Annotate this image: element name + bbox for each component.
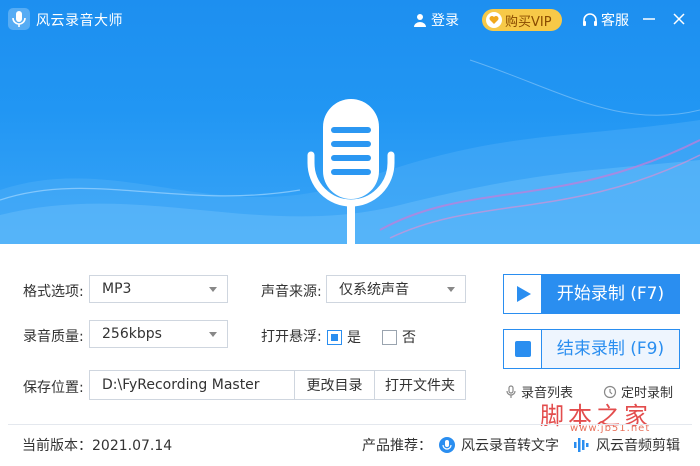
quality-value: 256kbps bbox=[102, 326, 162, 342]
open-folder-button[interactable]: 打开文件夹 bbox=[375, 371, 465, 399]
footer-divider bbox=[8, 424, 692, 425]
app-title: 风云录音大师 bbox=[36, 13, 123, 29]
source-label: 声音来源: bbox=[261, 284, 322, 300]
play-icon bbox=[504, 275, 542, 313]
start-record-label: 开始录制 (F7) bbox=[542, 275, 679, 313]
start-record-button[interactable]: 开始录制 (F7) bbox=[503, 274, 680, 314]
float-no-checkbox[interactable] bbox=[382, 329, 397, 345]
change-directory-button[interactable]: 更改目录 bbox=[295, 371, 375, 399]
float-yes-option[interactable]: 是 bbox=[327, 327, 361, 347]
minimize-icon bbox=[643, 18, 655, 20]
speech-to-text-icon bbox=[438, 436, 456, 454]
close-button[interactable] bbox=[668, 8, 690, 30]
float-yes-checkbox[interactable] bbox=[327, 329, 342, 345]
save-path-group: D:\FyRecording Master 更改目录 打开文件夹 bbox=[89, 370, 466, 400]
chevron-down-icon bbox=[209, 287, 217, 292]
float-yes-label: 是 bbox=[347, 330, 361, 346]
save-location-label: 保存位置: bbox=[23, 380, 84, 396]
site-watermark: 脚本之家 www.jb51.net bbox=[540, 396, 700, 436]
quality-select[interactable]: 256kbps bbox=[89, 320, 228, 348]
format-select[interactable]: MP3 bbox=[89, 275, 228, 303]
heart-icon bbox=[486, 12, 502, 28]
header-banner: 风云录音大师 登录 购买VIP 客服 bbox=[0, 0, 700, 244]
source-value: 仅系统声音 bbox=[339, 282, 409, 298]
login-label: 登录 bbox=[431, 13, 459, 29]
user-icon bbox=[414, 14, 426, 27]
product-speech-to-text-label: 风云录音转文字 bbox=[461, 438, 559, 454]
format-label: 格式选项: bbox=[23, 284, 84, 300]
product-recommend: 产品推荐： 风云录音转文字 风云音频剪辑 bbox=[362, 435, 680, 455]
quality-label: 录音质量: bbox=[23, 329, 84, 345]
customer-service-button[interactable]: 客服 bbox=[582, 10, 629, 30]
float-no-label: 否 bbox=[402, 330, 416, 346]
minimize-button[interactable] bbox=[638, 8, 660, 30]
buy-vip-button[interactable]: 购买VIP bbox=[482, 9, 562, 31]
float-label: 打开悬浮: bbox=[261, 329, 322, 345]
stop-icon bbox=[504, 330, 542, 368]
float-no-option[interactable]: 否 bbox=[382, 327, 416, 347]
chevron-down-icon bbox=[209, 332, 217, 337]
vip-label: 购买VIP bbox=[505, 14, 552, 30]
product-audio-editor-link[interactable]: 风云音频剪辑 bbox=[573, 435, 680, 455]
format-value: MP3 bbox=[102, 281, 132, 297]
product-audio-editor-label: 风云音频剪辑 bbox=[596, 438, 680, 454]
product-speech-to-text-link[interactable]: 风云录音转文字 bbox=[438, 435, 559, 455]
title-bar: 风云录音大师 登录 购买VIP 客服 bbox=[0, 0, 700, 40]
small-mic-icon bbox=[506, 384, 516, 398]
chevron-down-icon bbox=[447, 287, 455, 292]
save-path-field[interactable]: D:\FyRecording Master bbox=[90, 371, 295, 399]
login-button[interactable]: 登录 bbox=[413, 10, 459, 30]
microphone-icon bbox=[307, 99, 395, 244]
close-icon bbox=[673, 13, 685, 25]
service-label: 客服 bbox=[601, 13, 629, 29]
stop-record-label: 结束录制 (F9) bbox=[542, 330, 679, 368]
version-text: 当前版本：2021.07.14 bbox=[22, 438, 173, 454]
headset-icon bbox=[583, 13, 597, 26]
recommend-label: 产品推荐： bbox=[362, 438, 432, 454]
audio-wave-icon bbox=[573, 436, 591, 454]
app-logo-icon bbox=[8, 8, 30, 30]
source-select[interactable]: 仅系统声音 bbox=[326, 275, 466, 303]
stop-record-button[interactable]: 结束录制 (F9) bbox=[503, 329, 680, 369]
